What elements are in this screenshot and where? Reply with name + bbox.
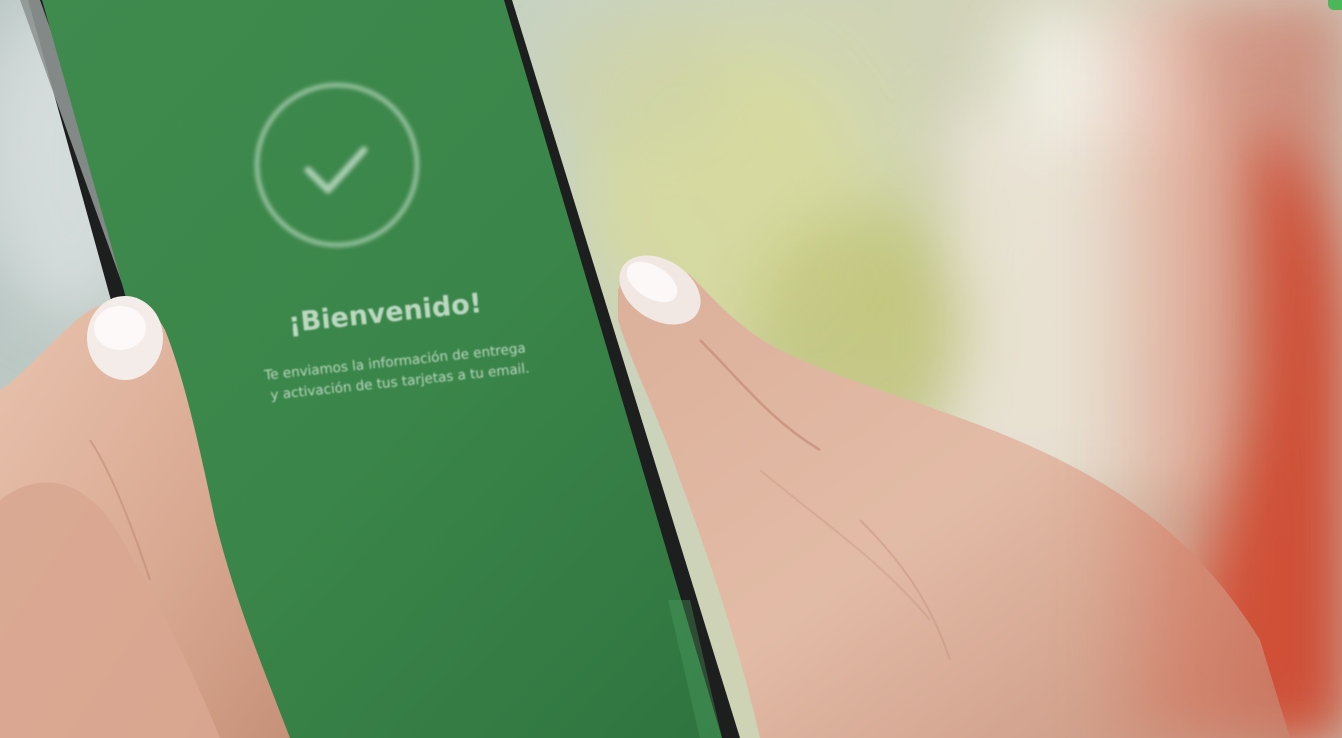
photo-illustration: ¡Bienvenido! Te enviamos la información … bbox=[0, 0, 1342, 738]
corner-accent bbox=[1328, 0, 1342, 10]
orange-foreground-glow bbox=[1080, 0, 1342, 738]
photo-scene: ¡Bienvenido! Te enviamos la información … bbox=[0, 0, 1342, 738]
